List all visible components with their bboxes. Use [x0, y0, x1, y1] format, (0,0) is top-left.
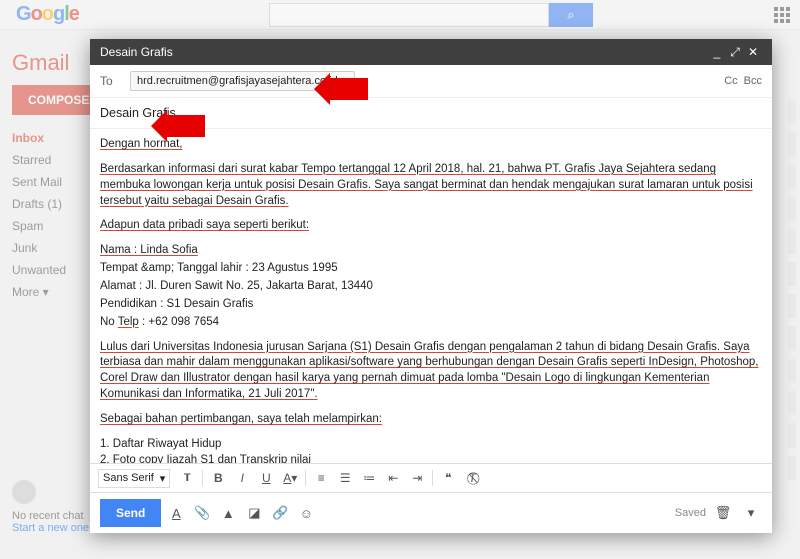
send-button[interactable]: Send	[100, 499, 161, 527]
indent-more-icon[interactable]: ⇥	[406, 468, 428, 488]
chat-empty-1: No recent chat	[12, 510, 89, 522]
bcc-link[interactable]: Bcc	[744, 75, 762, 87]
formatting-toolbar: Sans Serif ▾ 𝗧 B I U A▾ ≡ ☰ ≔ ⇤ ⇥ ❝ T⃠	[90, 463, 772, 492]
body-addr: Alamat : Jl. Duren Sawit No. 25, Jakarta…	[100, 279, 762, 295]
attach-icon[interactable]: 📎	[191, 503, 213, 523]
align-icon[interactable]: ≡	[310, 468, 332, 488]
gmail-brand: Gmail	[12, 50, 69, 76]
font-size-icon[interactable]: 𝗧	[176, 468, 198, 488]
bold-icon[interactable]: B	[207, 468, 229, 488]
numbered-list-icon[interactable]: ☰	[334, 468, 356, 488]
font-family-picker[interactable]: Sans Serif ▾	[98, 469, 170, 488]
link-icon[interactable]: 🔗	[269, 503, 291, 523]
chat-panel: No recent chat Start a new one	[12, 480, 89, 534]
emoji-icon[interactable]: ☺	[295, 503, 317, 523]
avatar	[12, 480, 36, 504]
annotation-arrow-to	[328, 78, 368, 100]
top-bar: Google ⌕	[0, 0, 800, 30]
send-row: Send A 📎 ▲ ◪ 🔗 ☺ Saved 🗑 ▾	[90, 492, 772, 533]
bulleted-list-icon[interactable]: ≔	[358, 468, 380, 488]
close-icon[interactable]: ✕	[744, 45, 762, 59]
search-icon: ⌕	[567, 7, 574, 23]
search-input[interactable]	[269, 3, 549, 27]
search-area: ⌕	[269, 3, 593, 27]
chevron-down-icon: ▾	[160, 472, 166, 485]
recipient-email: hrd.recruitmen@grafisjayasejahtera.co.id	[137, 75, 338, 87]
chat-start-link[interactable]: Start a new one	[12, 522, 89, 534]
format-toggle-icon[interactable]: A	[165, 503, 187, 523]
to-label: To	[100, 74, 122, 88]
body-edu: Pendidikan : S1 Desain Grafis	[100, 297, 762, 313]
minimize-icon[interactable]: _	[708, 45, 726, 59]
body-para4: Sebagai bahan pertimbangan, saya telah m…	[100, 413, 382, 425]
compose-dialog: Desain Grafis _ ⤢ ✕ To hrd.recruitmen@gr…	[90, 39, 772, 533]
body-birth: Tempat &amp; Tanggal lahir : 23 Agustus …	[100, 261, 762, 277]
compose-header: Desain Grafis _ ⤢ ✕	[90, 39, 772, 65]
quote-icon[interactable]: ❝	[437, 468, 459, 488]
saved-label: Saved	[675, 507, 706, 519]
to-row[interactable]: To hrd.recruitmen@grafisjayasejahtera.co…	[90, 65, 772, 98]
compose-body[interactable]: Dengan hormat, Berdasarkan informasi dar…	[90, 129, 772, 463]
mail-list-bg	[788, 100, 796, 480]
divider	[432, 470, 433, 486]
body-salutation: Dengan hormat,	[100, 138, 182, 150]
more-options-icon[interactable]: ▾	[740, 503, 762, 523]
google-logo: Google	[16, 3, 79, 26]
attach-1: 1. Daftar Riwayat Hidup	[100, 437, 762, 453]
trash-icon[interactable]: 🗑	[712, 503, 734, 523]
indent-less-icon[interactable]: ⇤	[382, 468, 404, 488]
font-family-label: Sans Serif	[103, 472, 154, 484]
annotation-arrow-subject	[165, 115, 205, 137]
body-para2: Adapun data pribadi saya seperti berikut…	[100, 219, 309, 231]
body-name: Nama : Linda Sofia	[100, 244, 198, 256]
compose-title: Desain Grafis	[100, 45, 708, 59]
body-para3: Lulus dari Universitas Indonesia jurusan…	[100, 341, 758, 401]
search-button[interactable]: ⌕	[549, 3, 593, 27]
clear-format-icon[interactable]: T⃠	[461, 468, 483, 488]
drive-icon[interactable]: ▲	[217, 503, 239, 523]
attach-2: 2. Foto copy Ijazah S1 dan Transkrip nil…	[100, 453, 762, 463]
apps-icon[interactable]	[774, 7, 790, 23]
cc-link[interactable]: Cc	[724, 75, 737, 87]
text-color-icon[interactable]: A▾	[279, 468, 301, 488]
body-para1: Berdasarkan informasi dari surat kabar T…	[100, 163, 753, 207]
divider	[202, 470, 203, 486]
italic-icon[interactable]: I	[231, 468, 253, 488]
attachment-list: 1. Daftar Riwayat Hidup 2. Foto copy Ija…	[100, 437, 762, 463]
expand-icon[interactable]: ⤢	[726, 45, 744, 60]
divider	[305, 470, 306, 486]
underline-icon[interactable]: U	[255, 468, 277, 488]
photo-icon[interactable]: ◪	[243, 503, 265, 523]
